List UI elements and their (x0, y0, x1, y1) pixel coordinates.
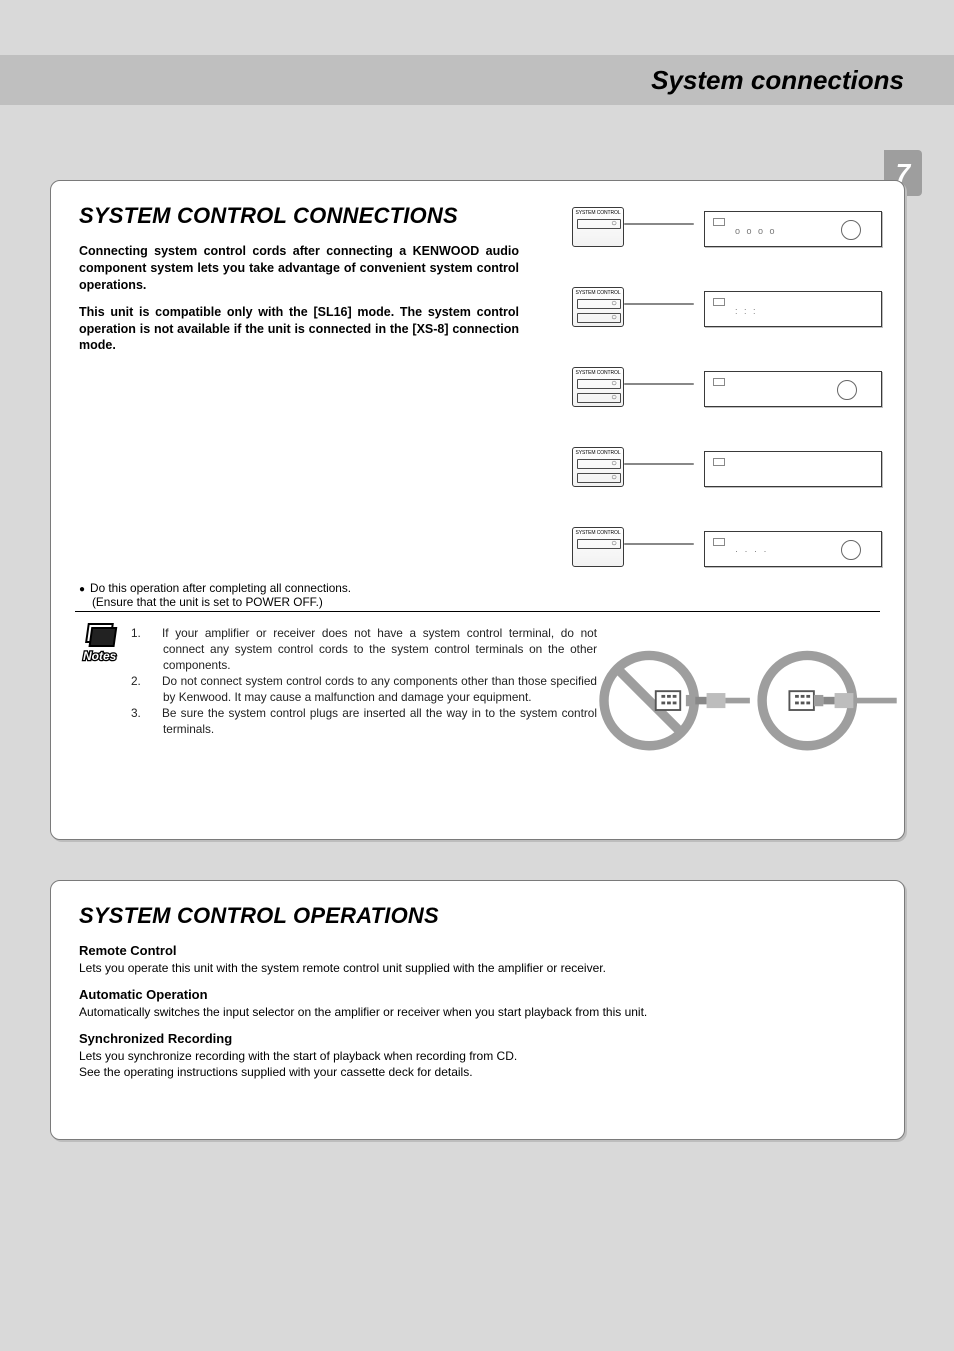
system-control-box-1 (572, 207, 624, 247)
component-cassette (704, 371, 882, 407)
svg-text:Notes: Notes (83, 649, 117, 663)
connection-diagram: o o o o : : : (562, 199, 882, 569)
notes-icon: Notes (77, 622, 135, 664)
section-system-control-operations: SYSTEM CONTROL OPERATIONS Remote Control… (50, 880, 905, 1140)
ops-text-remote: Lets you operate this unit with the syst… (79, 960, 876, 977)
ops-text-sync-1: Lets you synchronize recording with the … (79, 1048, 876, 1065)
plug-diagram (588, 629, 908, 759)
page-title: System connections (651, 65, 904, 96)
ops-text-auto: Automatically switches the input selecto… (79, 1004, 876, 1021)
op-note-line2: (Ensure that the unit is set to POWER OF… (79, 595, 351, 609)
system-control-box-3 (572, 367, 624, 407)
notes-list: 1.If your amplifier or receiver does not… (147, 626, 597, 756)
ops-item-auto: Automatic Operation Automatically switch… (79, 987, 876, 1021)
ops-item-sync: Synchronized Recording Lets you synchron… (79, 1031, 876, 1082)
intro-column: Connecting system control cords after co… (79, 243, 519, 354)
section-system-control-connections: SYSTEM CONTROL CONNECTIONS Connecting sy… (50, 180, 905, 840)
intro-paragraph-1: Connecting system control cords after co… (79, 243, 519, 294)
ops-heading-sync: Synchronized Recording (79, 1031, 876, 1046)
note-item-2: 2.Do not connect system control cords to… (147, 674, 597, 706)
note-item-3: 3.Be sure the system control plugs are i… (147, 706, 597, 738)
operation-note: ● Do this operation after completing all … (79, 581, 351, 609)
note-item-1: 1.If your amplifier or receiver does not… (147, 626, 597, 674)
bullet-icon: ● (79, 584, 85, 595)
system-control-box-4 (572, 447, 624, 487)
component-equalizer (704, 451, 882, 487)
divider-line (75, 611, 880, 612)
page-header: System connections (0, 55, 954, 105)
system-control-box-5 (572, 527, 624, 567)
component-amplifier: o o o o (704, 211, 882, 247)
ops-item-remote: Remote Control Lets you operate this uni… (79, 943, 876, 977)
component-cd: · · · · (704, 531, 882, 567)
component-tuner: : : : (704, 291, 882, 327)
ops-heading-remote: Remote Control (79, 943, 876, 958)
system-control-box-2 (572, 287, 624, 327)
section-title-operations: SYSTEM CONTROL OPERATIONS (79, 903, 876, 929)
op-note-line1: Do this operation after completing all c… (90, 581, 351, 595)
ops-text-sync-2: See the operating instructions supplied … (79, 1064, 876, 1081)
intro-paragraph-2: This unit is compatible only with the [S… (79, 304, 519, 355)
ops-heading-auto: Automatic Operation (79, 987, 876, 1002)
